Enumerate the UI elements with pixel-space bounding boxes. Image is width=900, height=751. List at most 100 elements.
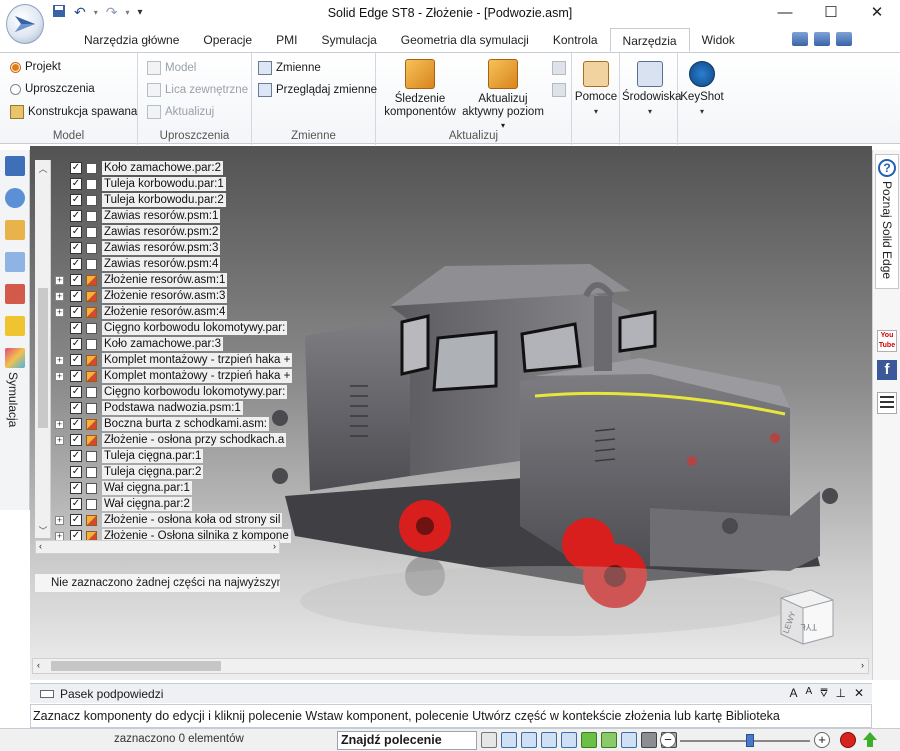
zoom-out-icon[interactable]: − (660, 732, 676, 748)
visibility-checkbox[interactable]: ✓ (70, 498, 82, 510)
pathfinder-row[interactable]: + ✓ Boczna burta z schodkami.asm: (55, 416, 269, 432)
scroll-up-icon[interactable]: ︿ (35, 162, 51, 175)
layout-icon[interactable] (814, 32, 830, 46)
pathfinder-row[interactable]: ✓ Zawias resorów.psm:4 (55, 256, 221, 272)
aktualizuj-uproszczenia-button[interactable]: Aktualizuj (147, 105, 214, 119)
pathfinder-row[interactable]: ✓ Wał cięgna.par:1 (55, 480, 192, 496)
visibility-checkbox[interactable]: ✓ (70, 194, 82, 206)
pathfinder-row[interactable]: ✓ Koło zamachowe.par:2 (55, 160, 223, 176)
aktualizuj-aktywny-poziom-button[interactable]: Aktualizuj aktywny poziom ▾ (460, 59, 546, 132)
sensors-icon[interactable] (5, 316, 25, 336)
expand-icon[interactable]: + (55, 307, 64, 317)
pathfinder-row[interactable]: + ✓ Złożenie - osłona przy schodkach.a (55, 432, 287, 448)
scroll-right-icon[interactable]: › (861, 660, 864, 670)
scroll-right-icon[interactable]: › (273, 541, 276, 551)
tab-operacje[interactable]: Operacje (191, 28, 264, 52)
sketch-view-icon[interactable] (581, 732, 597, 748)
pathfinder-row[interactable]: ✓ Podstawa nadwozia.psm:1 (55, 400, 243, 416)
pathfinder-icon[interactable] (5, 156, 25, 176)
shaded-icon[interactable] (641, 732, 657, 748)
pathfinder-row[interactable]: + ✓ Komplet montażowy - trzpień haka + (55, 368, 293, 384)
tab-widok[interactable]: Widok (690, 28, 747, 52)
pathfinder-row[interactable]: ✓ Zawias resorów.psm:1 (55, 208, 221, 224)
facebook-icon[interactable]: f (877, 360, 897, 380)
maximize-button[interactable]: ☐ (808, 0, 854, 28)
pathfinder-row[interactable]: + ✓ Złożenie resorów.asm:4 (55, 304, 228, 320)
tab-geometria-dla-symulacji[interactable]: Geometria dla symulacji (389, 28, 541, 52)
view-cube[interactable]: LEWY TYŁ (775, 586, 837, 648)
expand-icon[interactable]: + (55, 435, 64, 445)
visibility-checkbox[interactable]: ✓ (70, 162, 82, 174)
zmienne-button[interactable]: Zmienne (258, 61, 321, 75)
pathfinder-row[interactable]: ✓ Tuleja cięgna.par:1 (55, 448, 204, 464)
visibility-checkbox[interactable]: ✓ (70, 338, 82, 350)
konstrukcja-spawana-button[interactable]: Konstrukcja spawana (10, 105, 137, 119)
visibility-checkbox[interactable]: ✓ (70, 434, 82, 446)
pathfinder-row[interactable]: ✓ Koło zamachowe.par:3 (55, 336, 223, 352)
increase-font-icon[interactable]: A (790, 686, 798, 701)
visibility-checkbox[interactable]: ✓ (70, 514, 82, 526)
visibility-checkbox[interactable]: ✓ (70, 290, 82, 302)
visibility-checkbox[interactable]: ✓ (70, 402, 82, 414)
expand-icon[interactable]: + (55, 515, 64, 525)
pin-icon[interactable]: ⊥ (835, 686, 845, 701)
srodowiska-button[interactable]: Środowiska ▾ (622, 61, 681, 118)
viewport-horizontal-scrollbar[interactable]: ‹ › (32, 658, 869, 674)
tab-narzedzia-glowne[interactable]: Narzędzia główne (72, 28, 191, 52)
pathfinder-horizontal-scrollbar[interactable]: ‹ › (35, 540, 280, 554)
expand-icon[interactable]: + (55, 291, 64, 301)
expand-icon[interactable]: + (55, 275, 64, 285)
upload-arrow-icon[interactable] (862, 731, 878, 748)
simulation-icon[interactable] (5, 348, 25, 368)
close-button[interactable]: ✕ (854, 0, 900, 28)
tab-symulacja[interactable]: Symulacja (309, 28, 388, 52)
pathfinder-row[interactable]: ✓ Tuleja korbowodu.par:2 (55, 192, 226, 208)
model-button[interactable]: Model (147, 61, 196, 75)
visibility-checkbox[interactable]: ✓ (70, 322, 82, 334)
expand-icon[interactable]: + (55, 355, 64, 365)
small-update-icon-1[interactable] (552, 61, 566, 75)
pathfinder-row[interactable]: ✓ Wał cięgna.par:2 (55, 496, 192, 512)
scroll-thumb[interactable] (38, 288, 48, 428)
visibility-checkbox[interactable]: ✓ (70, 242, 82, 254)
tab-narzedzia[interactable]: Narzędzia (609, 28, 690, 52)
expand-icon[interactable]: + (55, 371, 64, 381)
pathfinder-row[interactable]: ✓ Tuleja korbowodu.par:1 (55, 176, 226, 192)
visibility-checkbox[interactable]: ✓ (70, 450, 82, 462)
visibility-checkbox[interactable]: ✓ (70, 370, 82, 382)
lica-zewnetrzne-button[interactable]: Lica zewnętrzne (147, 83, 248, 97)
pathfinder-row[interactable]: + ✓ Złożenie resorów.asm:1 (55, 272, 228, 288)
scroll-left-icon[interactable]: ‹ (37, 660, 40, 670)
minimize-button[interactable]: — (762, 0, 808, 28)
pomoce-button[interactable]: Pomoce ▾ (574, 61, 618, 118)
radio-projekt[interactable]: Projekt (10, 61, 61, 73)
options-icon[interactable] (792, 32, 808, 46)
small-update-icon-2[interactable] (552, 83, 566, 97)
view-orient-icon[interactable] (601, 732, 617, 748)
zoom-slider-knob[interactable] (746, 734, 754, 747)
rotate-icon[interactable] (481, 732, 497, 748)
fit-icon[interactable] (541, 732, 557, 748)
visibility-checkbox[interactable]: ✓ (70, 482, 82, 494)
tab-pmi[interactable]: PMI (264, 28, 309, 52)
zoom-icon[interactable] (521, 732, 537, 748)
przegladaj-zmienne-button[interactable]: Przeglądaj zmienne (258, 83, 377, 97)
pathfinder-row[interactable]: ✓ Zawias resorów.psm:3 (55, 240, 221, 256)
pan-icon[interactable] (561, 732, 577, 748)
feature-library-icon[interactable] (5, 188, 25, 208)
stop-icon[interactable] (840, 732, 856, 748)
visibility-checkbox[interactable]: ✓ (70, 466, 82, 478)
visibility-checkbox[interactable]: ✓ (70, 210, 82, 222)
pathfinder-vertical-scrollbar[interactable]: ︿ ﹀ (35, 160, 51, 538)
expand-icon[interactable]: + (55, 419, 64, 429)
visibility-checkbox[interactable]: ✓ (70, 258, 82, 270)
pathfinder-row[interactable]: ✓ Cięgno korbowodu lokomotywy.par: (55, 320, 288, 336)
pathfinder-row[interactable]: ✓ Cięgno korbowodu lokomotywy.par: (55, 384, 288, 400)
visibility-checkbox[interactable]: ✓ (70, 306, 82, 318)
sledzenie-komponentow-button[interactable]: Śledzenie komponentów (382, 59, 458, 119)
slideshare-icon[interactable] (877, 392, 897, 414)
scroll-thumb[interactable] (51, 661, 221, 671)
visibility-checkbox[interactable]: ✓ (70, 354, 82, 366)
poznaj-solid-edge-tab[interactable]: ? Poznaj Solid Edge (875, 154, 899, 289)
visibility-checkbox[interactable]: ✓ (70, 274, 82, 286)
